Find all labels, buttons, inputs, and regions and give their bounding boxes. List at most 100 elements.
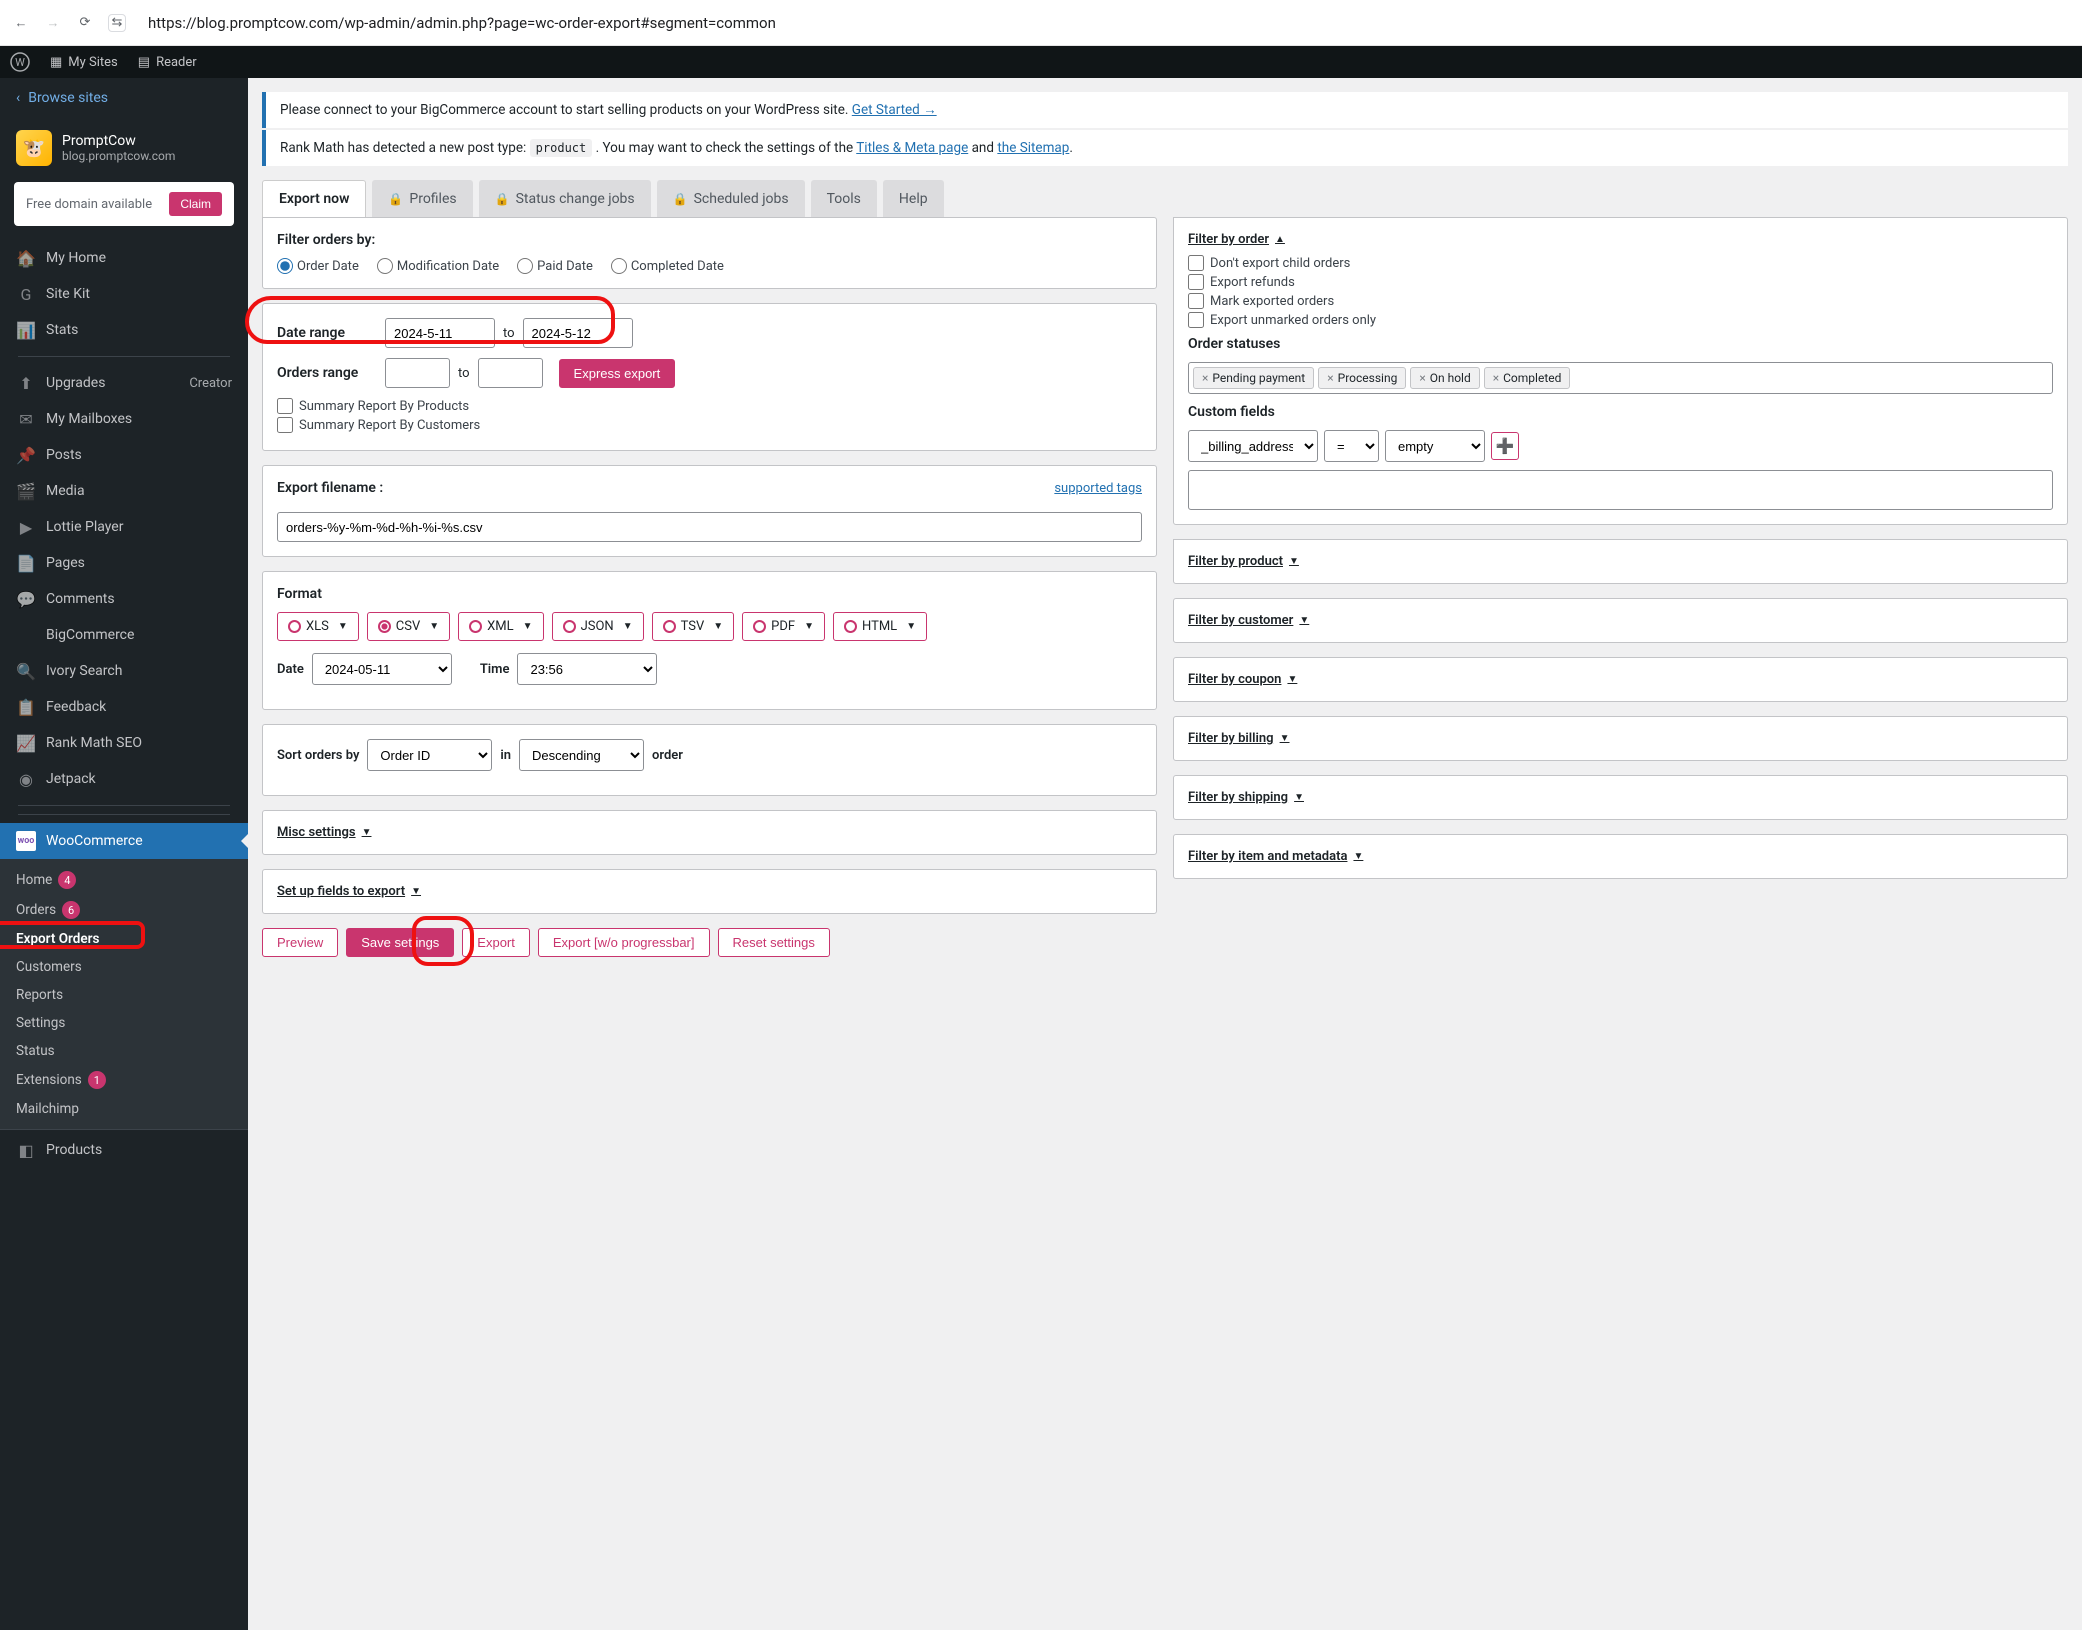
nav-jetpack[interactable]: ◉Jetpack — [0, 761, 248, 797]
supported-tags-link[interactable]: supported tags — [1054, 481, 1142, 496]
setup-fields-toggle[interactable]: Set up fields to export▼ — [277, 884, 1142, 899]
chip-on-hold[interactable]: ×On hold — [1410, 367, 1479, 389]
toggle[interactable]: Filter by coupon ▼ — [1188, 672, 2053, 687]
filename-input[interactable] — [277, 512, 1142, 542]
cf-textarea[interactable] — [1188, 470, 2053, 510]
remove-icon[interactable]: × — [1327, 371, 1333, 385]
nav-rank-math-seo[interactable]: 📈Rank Math SEO — [0, 725, 248, 761]
format-xls[interactable]: XLS▼ — [277, 612, 359, 641]
format-pdf[interactable]: PDF▼ — [742, 612, 825, 641]
format-json[interactable]: JSON▼ — [552, 612, 644, 641]
site-settings-icon[interactable]: ⇆ — [108, 14, 126, 32]
subnav-customers[interactable]: Customers — [0, 953, 248, 981]
save-settings-button[interactable]: Save settings — [346, 928, 454, 957]
format-xml[interactable]: XML▼ — [458, 612, 543, 641]
nav-upgrades[interactable]: ⬆UpgradesCreator — [0, 365, 248, 401]
remove-icon[interactable]: × — [1419, 371, 1425, 385]
sitemap-link[interactable]: the Sitemap — [997, 140, 1069, 156]
site-header[interactable]: 🐮 PromptCow blog.promptcow.com — [0, 118, 248, 182]
tab-tools[interactable]: Tools — [811, 180, 877, 217]
chip-processing[interactable]: ×Processing — [1318, 367, 1406, 389]
add-field-button[interactable]: ➕ — [1491, 432, 1519, 460]
back-icon[interactable]: ← — [12, 14, 30, 32]
nav-media[interactable]: 🎬Media — [0, 473, 248, 509]
express-export-button[interactable]: Express export — [559, 359, 676, 388]
preview-button[interactable]: Preview — [262, 928, 338, 957]
browse-sites-link[interactable]: ‹ Browse sites — [0, 78, 248, 118]
format-csv[interactable]: CSV▼ — [367, 612, 450, 641]
export-button[interactable]: Export — [462, 928, 530, 957]
orders-to-input[interactable] — [478, 358, 543, 388]
subnav-extensions[interactable]: Extensions1 — [0, 1065, 248, 1095]
tab-profiles[interactable]: 🔒Profiles — [372, 180, 472, 217]
subnav-home[interactable]: Home4 — [0, 865, 248, 895]
nav-lottie-player[interactable]: ▶Lottie Player — [0, 509, 248, 545]
claim-button[interactable]: Claim — [169, 192, 222, 216]
nav-stats[interactable]: 📊Stats — [0, 312, 248, 348]
toggle[interactable]: Filter by customer ▼ — [1188, 613, 2053, 628]
summary-products-check[interactable]: Summary Report By Products — [277, 398, 1142, 414]
forward-icon[interactable]: → — [44, 14, 62, 32]
filter-radio-completed-date[interactable]: Completed Date — [611, 258, 724, 274]
nav-products[interactable]: ◧ Products — [0, 1129, 248, 1168]
format-html[interactable]: HTML▼ — [833, 612, 927, 641]
toggle[interactable]: Filter by shipping ▼ — [1188, 790, 2053, 805]
check-export-unmarked-orders-only[interactable]: Export unmarked orders only — [1188, 312, 2053, 328]
toggle[interactable]: Filter by billing ▼ — [1188, 731, 2053, 746]
subnav-reports[interactable]: Reports — [0, 981, 248, 1009]
cf-field-select[interactable]: _billing_address_1 — [1188, 430, 1318, 462]
filter-radio-paid-date[interactable]: Paid Date — [517, 258, 593, 274]
status-chips[interactable]: ×Pending payment×Processing×On hold×Comp… — [1188, 362, 2053, 394]
reset-settings-button[interactable]: Reset settings — [718, 928, 830, 957]
filter-radio-order-date[interactable]: Order Date — [277, 258, 359, 274]
titles-meta-link[interactable]: Titles & Meta page — [856, 140, 968, 156]
subnav-orders[interactable]: Orders6 — [0, 895, 248, 925]
nav-my-mailboxes[interactable]: ✉My Mailboxes — [0, 401, 248, 437]
nav-site-kit[interactable]: GSite Kit — [0, 276, 248, 312]
cf-op-select[interactable]: = — [1324, 430, 1379, 462]
my-sites[interactable]: ▦My Sites — [40, 46, 128, 78]
format-tsv[interactable]: TSV▼ — [652, 612, 735, 641]
toggle[interactable]: Filter by item and metadata ▼ — [1188, 849, 2053, 864]
date-to-input[interactable] — [523, 318, 633, 348]
nav-my-home[interactable]: 🏠My Home — [0, 240, 248, 276]
nav-bigcommerce[interactable]: BigCommerce — [0, 617, 248, 653]
sort-dir-select[interactable]: Descending — [519, 739, 644, 771]
check-export-refunds[interactable]: Export refunds — [1188, 274, 2053, 290]
remove-icon[interactable]: × — [1493, 371, 1499, 385]
tab-status-change-jobs[interactable]: 🔒Status change jobs — [479, 180, 651, 217]
wp-logo[interactable]: W — [0, 46, 40, 78]
reader[interactable]: ▤Reader — [128, 46, 207, 78]
misc-settings-toggle[interactable]: Misc settings▼ — [277, 825, 1142, 840]
summary-customers-check[interactable]: Summary Report By Customers — [277, 417, 1142, 433]
url-bar[interactable]: https://blog.promptcow.com/wp-admin/admi… — [140, 14, 2070, 32]
date-from-input[interactable] — [385, 318, 495, 348]
nav-woocommerce[interactable]: woo WooCommerce — [0, 823, 248, 859]
subnav-status[interactable]: Status — [0, 1037, 248, 1065]
nav-pages[interactable]: 📄Pages — [0, 545, 248, 581]
remove-icon[interactable]: × — [1202, 371, 1208, 385]
subnav-export-orders[interactable]: Export Orders — [0, 925, 248, 953]
orders-from-input[interactable] — [385, 358, 450, 388]
sort-field-select[interactable]: Order ID — [367, 739, 492, 771]
reload-icon[interactable]: ⟳ — [76, 14, 94, 32]
filter-order-toggle[interactable]: Filter by order▲ — [1188, 232, 2053, 247]
nav-comments[interactable]: 💬Comments — [0, 581, 248, 617]
nav-ivory-search[interactable]: 🔍Ivory Search — [0, 653, 248, 689]
subnav-mailchimp[interactable]: Mailchimp — [0, 1095, 248, 1123]
chip-pending-payment[interactable]: ×Pending payment — [1193, 367, 1314, 389]
tab-help[interactable]: Help — [883, 180, 944, 217]
tab-export-now[interactable]: Export now — [262, 180, 366, 217]
nav-posts[interactable]: 📌Posts — [0, 437, 248, 473]
get-started-link[interactable]: Get Started → — [852, 102, 937, 118]
date-select[interactable]: 2024-05-11 — [312, 653, 452, 685]
check-don-t-export-child-orders[interactable]: Don't export child orders — [1188, 255, 2053, 271]
nav-feedback[interactable]: 📋Feedback — [0, 689, 248, 725]
tab-scheduled-jobs[interactable]: 🔒Scheduled jobs — [657, 180, 805, 217]
check-mark-exported-orders[interactable]: Mark exported orders — [1188, 293, 2053, 309]
toggle[interactable]: Filter by product ▼ — [1188, 554, 2053, 569]
chip-completed[interactable]: ×Completed — [1484, 367, 1571, 389]
export-noprogress-button[interactable]: Export [w/o progressbar] — [538, 928, 710, 957]
cf-val-select[interactable]: empty — [1385, 430, 1485, 462]
subnav-settings[interactable]: Settings — [0, 1009, 248, 1037]
